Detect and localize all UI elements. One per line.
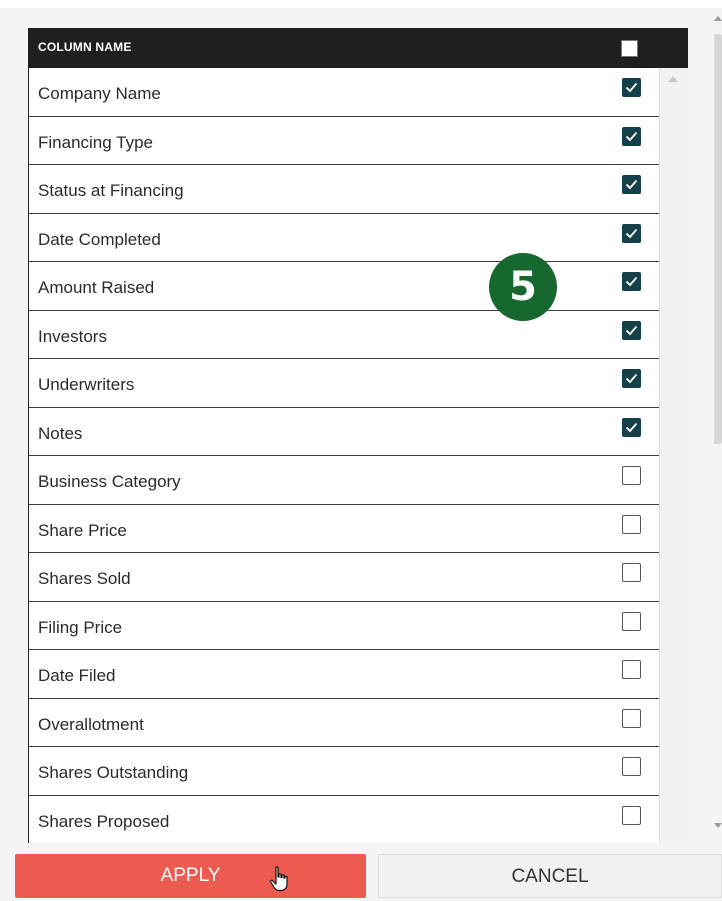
checked-checkbox[interactable] — [622, 78, 641, 97]
column-row-label: Notes — [38, 423, 83, 443]
column-row[interactable]: Filing Price — [29, 601, 659, 650]
checked-checkbox[interactable] — [622, 175, 641, 194]
checkmark-icon — [625, 131, 638, 141]
column-row[interactable]: Status at Financing — [29, 165, 659, 214]
column-row-label: Investors — [38, 326, 107, 346]
checkmark-icon — [625, 228, 638, 238]
column-row-label: Business Category — [38, 472, 181, 491]
column-row-label: Financing Type — [38, 132, 153, 152]
select-all-checkbox[interactable] — [621, 40, 638, 57]
column-row[interactable]: Notes — [29, 407, 659, 456]
column-row[interactable]: Amount Raised — [29, 262, 659, 311]
column-row[interactable]: Shares Sold — [29, 553, 659, 602]
unchecked-checkbox[interactable] — [622, 563, 641, 582]
column-row[interactable]: Shares Outstanding — [29, 747, 659, 796]
outer-scroll-down-icon[interactable] — [714, 823, 722, 828]
unchecked-checkbox[interactable] — [622, 611, 641, 631]
checked-checkbox[interactable] — [622, 417, 641, 437]
cancel-button[interactable]: CANCEL — [378, 854, 722, 898]
column-row-label: Filing Price — [38, 617, 123, 637]
column-row[interactable]: Overallotment — [29, 698, 659, 747]
column-list: Company Name Financing Type Status at Fina… — [28, 68, 659, 843]
column-row[interactable]: Share Price — [29, 504, 659, 553]
top-strip — [0, 0, 722, 8]
column-row-label: Overallotment — [38, 714, 144, 734]
column-name-header: COLUMN NAME — [38, 40, 132, 54]
unchecked-checkbox[interactable] — [622, 514, 641, 534]
column-row[interactable]: Business Category — [29, 456, 659, 505]
checkmark-icon — [625, 82, 638, 93]
column-row-label: Amount Raised — [38, 278, 155, 297]
column-row-label: Shares Outstanding — [38, 763, 189, 782]
column-row-label: Date Filed — [38, 666, 116, 685]
unchecked-checkbox[interactable] — [622, 660, 641, 679]
unchecked-checkbox[interactable] — [622, 757, 641, 776]
unchecked-checkbox[interactable] — [622, 466, 641, 485]
column-row-label: Share Price — [38, 520, 127, 540]
column-row[interactable]: Financing Type — [29, 116, 659, 165]
unchecked-checkbox[interactable] — [622, 708, 641, 728]
checked-checkbox[interactable] — [622, 223, 641, 243]
checkmark-icon — [625, 373, 638, 384]
column-row-label: Status at Financing — [38, 181, 184, 200]
step-number-badge: 5 — [489, 253, 557, 321]
outer-scroll-thumb[interactable] — [714, 34, 722, 444]
checked-checkbox[interactable] — [622, 320, 641, 340]
column-row[interactable]: Shares Proposed — [29, 795, 659, 843]
column-row-label: Date Completed — [38, 229, 161, 249]
checked-checkbox[interactable] — [622, 369, 641, 388]
apply-button[interactable]: APPLY — [15, 854, 366, 898]
unchecked-checkbox[interactable] — [622, 805, 641, 825]
checkmark-icon — [625, 179, 638, 190]
column-row[interactable]: Underwriters — [29, 359, 659, 408]
column-row-label: Shares Proposed — [38, 811, 170, 831]
column-row-label: Shares Sold — [38, 569, 131, 588]
column-chooser-panel: COLUMN NAME Company Name Financing Type St… — [0, 0, 722, 901]
column-row-label: Company Name — [38, 84, 161, 103]
checkmark-icon — [625, 276, 638, 287]
outer-scrollbar[interactable] — [712, 16, 722, 840]
column-row[interactable]: Company Name — [29, 68, 659, 117]
scroll-up-arrow-icon[interactable] — [668, 76, 678, 82]
list-scrollbar[interactable] — [659, 68, 688, 843]
table-header: COLUMN NAME — [28, 28, 688, 68]
outer-scroll-up-icon[interactable] — [714, 16, 722, 21]
checkmark-icon — [625, 325, 638, 335]
column-row[interactable]: Investors — [29, 310, 659, 359]
hand-pointer-cursor-icon — [269, 866, 288, 892]
column-row-label: Underwriters — [38, 375, 135, 394]
checked-checkbox[interactable] — [622, 272, 641, 291]
column-table: COLUMN NAME Company Name Financing Type St… — [28, 28, 688, 843]
column-row[interactable]: Date Filed — [29, 650, 659, 699]
checkmark-icon — [625, 422, 638, 432]
checked-checkbox[interactable] — [622, 126, 641, 146]
column-row[interactable]: Date Completed — [29, 213, 659, 262]
